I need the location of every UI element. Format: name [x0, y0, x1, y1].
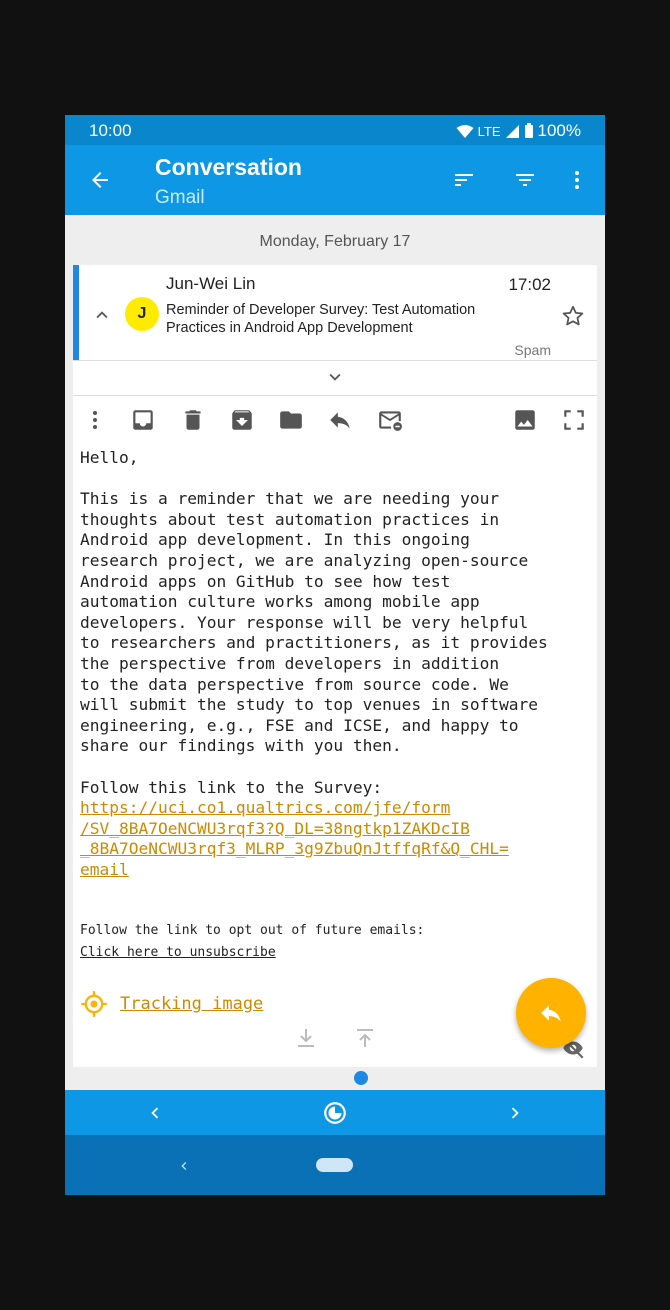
more-vert-icon [575, 171, 579, 189]
collapse-button[interactable] [87, 303, 117, 327]
date-header: Monday, February 17 [259, 233, 411, 250]
tracking-image-link[interactable]: Tracking image [120, 994, 263, 1014]
chevron-left-icon [151, 1107, 159, 1119]
system-back-button[interactable] [169, 1151, 199, 1181]
home-pill[interactable] [316, 1158, 353, 1172]
message-toolbar [73, 399, 597, 441]
wifi-icon [456, 124, 474, 138]
archive-icon [232, 410, 252, 430]
show-images-button[interactable] [510, 405, 540, 435]
network-type: LTE [477, 123, 501, 139]
divider [73, 395, 597, 396]
survey-link[interactable]: https://uci.co1.qualtrics.com/jfe/form /… [80, 798, 509, 879]
chevron-left-icon [181, 1162, 187, 1170]
message-subject: Reminder of Developer Survey: Test Autom… [166, 302, 476, 336]
folder-label: Spam [514, 342, 551, 358]
mail-remove-icon [379, 411, 402, 431]
previous-message-button[interactable] [140, 1098, 170, 1128]
vertical-align-bottom-icon [298, 1029, 314, 1047]
unsubscribe-link[interactable]: Click here to unsubscribe [80, 945, 276, 960]
page-subtitle: Gmail [155, 187, 205, 208]
trash-icon [185, 410, 201, 430]
more-actions-button[interactable] [80, 405, 110, 435]
avatar[interactable]: J [125, 297, 159, 331]
unread-indicator [73, 265, 79, 360]
page-title: Conversation [155, 154, 302, 180]
reply-fab[interactable] [516, 978, 586, 1048]
chevron-down-icon [329, 373, 341, 381]
optout-text: Follow the link to opt out of future ema… [80, 923, 425, 938]
archive-button[interactable] [227, 405, 257, 435]
signal-icon [505, 124, 519, 138]
clock-icon [324, 1102, 346, 1124]
move-to-folder-button[interactable] [276, 405, 306, 435]
sort-icon [455, 174, 473, 186]
app-bar: Conversation Gmail [65, 145, 605, 215]
scroll-top-button[interactable] [350, 1023, 380, 1053]
greeting: Hello, [80, 448, 139, 467]
status-bar: 10:00 LTE 100% [65, 115, 605, 145]
bottom-navigation [65, 1090, 605, 1135]
chevron-up-icon [96, 311, 108, 319]
fullscreen-icon [564, 410, 584, 430]
image-icon [515, 410, 535, 430]
reply-icon [541, 1005, 561, 1022]
arrow-back-icon [92, 172, 108, 188]
reply-button[interactable] [325, 405, 355, 435]
back-button[interactable] [83, 165, 117, 195]
reply-icon [330, 412, 350, 429]
chevron-right-icon [511, 1107, 519, 1119]
delete-button[interactable] [178, 405, 208, 435]
move-to-inbox-button[interactable] [128, 405, 158, 435]
next-message-button[interactable] [500, 1098, 530, 1128]
filter-icon [516, 174, 534, 186]
divider [73, 360, 597, 361]
survey-intro: Follow this link to the Survey: [80, 777, 383, 797]
sender-name: Jun-Wei Lin [166, 274, 256, 293]
star-outline-icon [562, 305, 584, 326]
tracking-image-row: Tracking image [80, 990, 263, 1018]
target-icon [81, 991, 107, 1017]
snooze-button[interactable] [320, 1098, 350, 1128]
battery-icon [524, 123, 533, 138]
folder-icon [280, 411, 302, 429]
filter-button[interactable] [508, 165, 542, 195]
expand-details-button[interactable] [320, 364, 350, 390]
scroll-bottom-button[interactable] [291, 1023, 321, 1053]
message-body: Hello, This is a reminder that we are ne… [80, 448, 590, 880]
battery-level: 100% [537, 121, 581, 140]
mark-unread-button[interactable] [375, 405, 405, 435]
page-indicator [354, 1071, 368, 1085]
message-card: J Jun-Wei Lin 17:02 Reminder of Develope… [73, 265, 597, 1067]
vertical-align-top-icon [357, 1029, 373, 1047]
sort-button[interactable] [447, 165, 481, 195]
system-navigation [65, 1135, 605, 1195]
overflow-menu-button[interactable] [560, 165, 594, 195]
more-vert-icon [93, 411, 97, 429]
star-button[interactable] [558, 301, 588, 331]
status-time: 10:00 [89, 121, 132, 140]
message-time: 17:02 [508, 275, 551, 294]
body-paragraph: This is a reminder that we are needing y… [80, 489, 548, 756]
pager-strip [65, 1067, 605, 1090]
status-indicators: LTE 100% [456, 121, 581, 141]
phone-screen: 10:00 LTE 100% Conversation Gmail Monday… [65, 115, 605, 1195]
fullscreen-button[interactable] [559, 405, 589, 435]
inbox-icon [133, 410, 153, 430]
conversation-content: Monday, February 17 J Jun-Wei Lin 17:02 … [65, 215, 605, 1067]
